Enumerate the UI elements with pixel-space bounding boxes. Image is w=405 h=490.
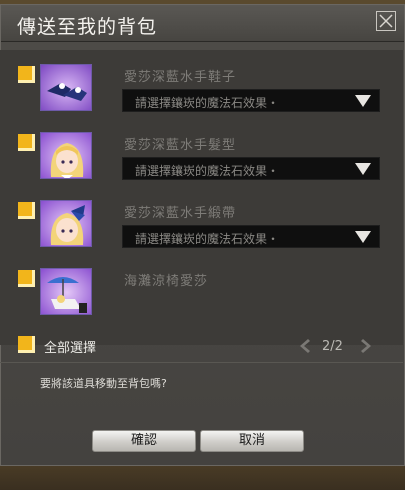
list-item: 海灘涼椅愛莎 [0, 256, 403, 320]
item-name: 海灘涼椅愛莎 [124, 274, 209, 289]
pager-indicator: 2/2 [322, 339, 343, 354]
chevron-left-icon[interactable] [298, 338, 310, 354]
item-name: 愛莎深藍水手鞋子 [124, 70, 237, 85]
divider [0, 362, 403, 363]
background-bottom [0, 464, 405, 490]
item-name: 愛莎深藍水手緞帶 [124, 206, 237, 221]
dialog-titlebar: 傳送至我的背包 [1, 5, 404, 42]
item-list: 愛莎深藍水手鞋子 請選擇鑲崁的魔法石效果・ 愛莎深藍水手髮型 請選擇鑲崁的魔法石… [0, 50, 403, 345]
item-thumbnail [40, 200, 92, 247]
chevron-down-icon [355, 95, 371, 107]
confirm-prompt: 要將該道具移動至背包嗎? [40, 377, 167, 390]
item-checkbox[interactable] [18, 134, 35, 151]
list-item: 愛莎深藍水手鞋子 請選擇鑲崁的魔法石效果・ [0, 52, 403, 116]
beach-chair-icon [41, 269, 91, 314]
select-all-label: 全部選擇 [44, 341, 97, 356]
close-icon [379, 14, 393, 28]
item-checkbox[interactable] [18, 202, 35, 219]
item-thumbnail [40, 132, 92, 179]
dropdown-placeholder: 請選擇鑲崁的魔法石效果・ [135, 232, 280, 246]
select-all-checkbox[interactable] [18, 336, 35, 353]
chevron-down-icon [355, 163, 371, 175]
shoes-icon [41, 65, 91, 110]
item-checkbox[interactable] [18, 270, 35, 287]
close-button[interactable] [376, 11, 396, 31]
chevron-down-icon [355, 231, 371, 243]
magic-stone-dropdown[interactable]: 請選擇鑲崁的魔法石效果・ [122, 157, 380, 180]
item-thumbnail [40, 268, 92, 315]
hair-icon [41, 133, 91, 178]
dropdown-placeholder: 請選擇鑲崁的魔法石效果・ [135, 96, 280, 110]
cancel-button[interactable]: 取消 [200, 430, 304, 452]
list-item: 愛莎深藍水手緞帶 請選擇鑲崁的魔法石效果・ [0, 188, 403, 252]
dialog-title: 傳送至我的背包 [17, 16, 158, 38]
item-name: 愛莎深藍水手髮型 [124, 138, 237, 153]
confirm-button[interactable]: 確認 [92, 430, 196, 452]
dropdown-placeholder: 請選擇鑲崁的魔法石效果・ [135, 164, 280, 178]
chevron-right-icon[interactable] [361, 338, 373, 354]
item-checkbox[interactable] [18, 66, 35, 83]
item-thumbnail [40, 64, 92, 111]
magic-stone-dropdown[interactable]: 請選擇鑲崁的魔法石效果・ [122, 89, 380, 112]
list-item: 愛莎深藍水手髮型 請選擇鑲崁的魔法石效果・ [0, 120, 403, 184]
ribbon-icon [41, 201, 91, 246]
magic-stone-dropdown[interactable]: 請選擇鑲崁的魔法石效果・ [122, 225, 380, 248]
